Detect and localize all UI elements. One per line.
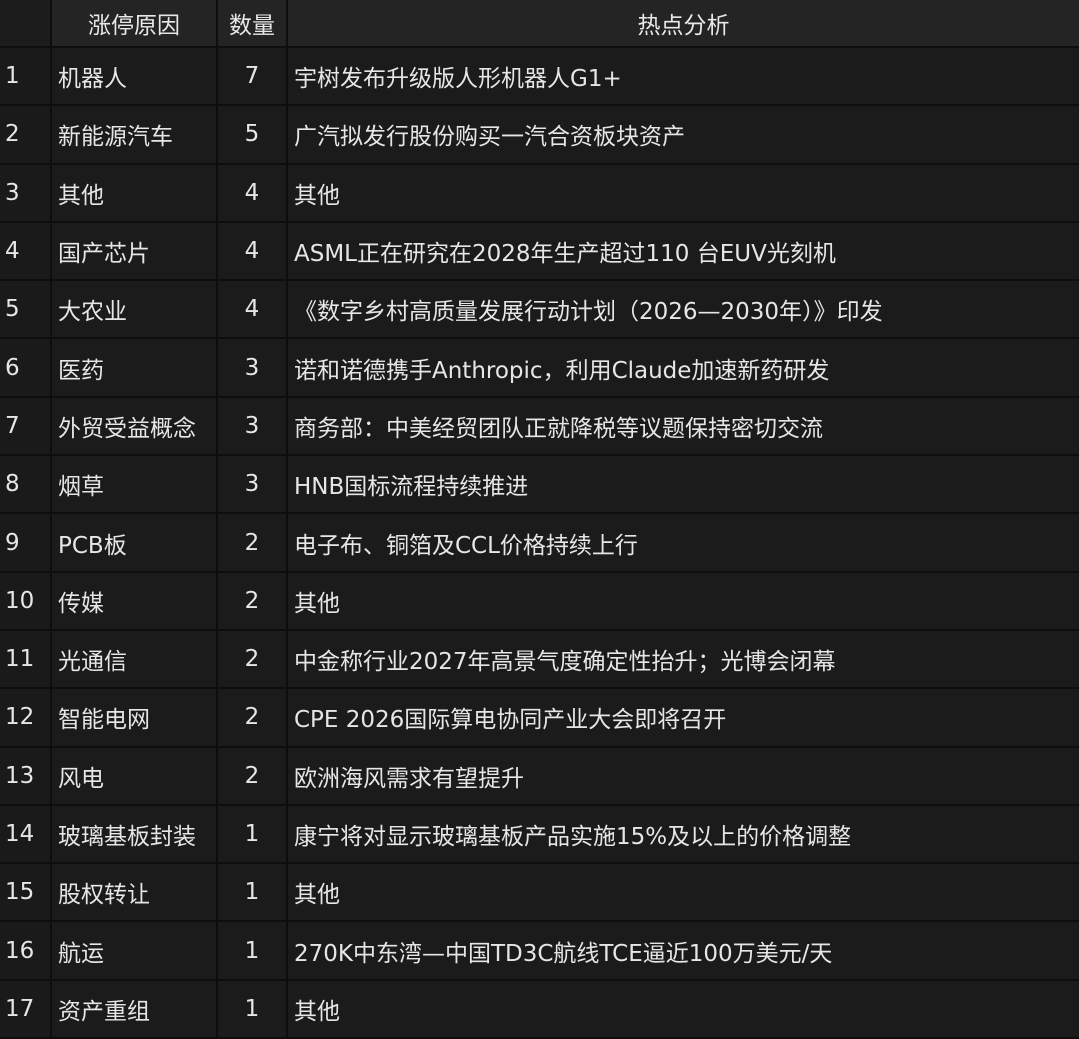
row-analysis-cell[interactable]: CPE 2026国际算电协同产业大会即将召开 (288, 689, 1079, 745)
row-count-cell[interactable]: 2 (218, 514, 288, 571)
row-index-cell[interactable]: 15 (0, 864, 52, 921)
table-row[interactable]: 14 玻璃基板封装 1 康宁将对显示玻璃基板产品实施15%及以上的价格调整 (0, 805, 1079, 865)
row-reason-cell[interactable]: PCB板 (52, 514, 218, 571)
row-index-cell[interactable]: 16 (0, 922, 52, 979)
row-index-cell[interactable]: 11 (0, 630, 52, 688)
row-analysis-cell[interactable]: 广汽拟发行股份购买一汽合资板块资产 (288, 106, 1079, 162)
row-reason-cell[interactable]: 玻璃基板封装 (52, 805, 218, 863)
row-reason-cell[interactable]: 资产重组 (52, 980, 218, 1038)
row-analysis-cell[interactable]: 其他 (288, 981, 1079, 1037)
row-index-cell[interactable]: 12 (0, 689, 52, 746)
row-analysis-cell[interactable]: 欧洲海风需求有望提升 (288, 748, 1079, 804)
row-reason-cell[interactable]: 大农业 (52, 281, 218, 338)
row-reason-cell[interactable]: 智能电网 (52, 689, 218, 746)
row-analysis-cell[interactable]: 诺和诺德携手Anthropic，利用Claude加速新药研发 (288, 339, 1079, 395)
table-row[interactable]: 8 烟草 3 HNB国标流程持续推进 (0, 456, 1079, 515)
row-reason-cell[interactable]: 其他 (52, 164, 218, 221)
table-body: 1 机器人 7 宇树发布升级版人形机器人G1+ 2 新能源汽车 5 广汽拟发行股份购买一汽合资… (0, 48, 1079, 1039)
table-row[interactable]: 11 光通信 2 中金称行业2027年高景气度确定性抬升；光博会闭幕 (0, 630, 1079, 690)
row-reason-cell[interactable]: 外贸受益概念 (52, 397, 218, 455)
row-analysis-cell[interactable]: ASML正在研究在2028年生产超过110 台EUV光刻机 (288, 223, 1079, 279)
row-index-cell[interactable]: 8 (0, 456, 52, 513)
table-row[interactable]: 1 机器人 7 宇树发布升级版人形机器人G1+ (0, 48, 1079, 107)
row-analysis-cell[interactable]: 中金称行业2027年高景气度确定性抬升；光博会闭幕 (288, 631, 1079, 687)
table-row[interactable]: 3 其他 4 其他 (0, 164, 1079, 223)
row-count-cell[interactable]: 2 (218, 747, 288, 804)
row-count-cell[interactable]: 3 (218, 456, 288, 513)
row-count-cell[interactable]: 4 (218, 281, 288, 338)
row-index-cell[interactable]: 1 (0, 48, 52, 105)
row-reason-cell[interactable]: 股权转让 (52, 864, 218, 921)
row-index-cell[interactable]: 5 (0, 281, 52, 338)
table-row[interactable]: 4 国产芯片 4 ASML正在研究在2028年生产超过110 台EUV光刻机 (0, 222, 1079, 282)
table-row[interactable]: 12 智能电网 2 CPE 2026国际算电协同产业大会即将召开 (0, 689, 1079, 748)
row-index-cell[interactable]: 17 (0, 980, 52, 1038)
row-reason-cell[interactable]: 航运 (52, 922, 218, 979)
table-row[interactable]: 13 风电 2 欧洲海风需求有望提升 (0, 747, 1079, 806)
header-reason-cell[interactable]: 涨停原因 (52, 0, 218, 46)
row-reason-cell[interactable]: 新能源汽车 (52, 106, 218, 163)
row-analysis-cell[interactable]: 其他 (288, 864, 1079, 920)
row-index-cell[interactable]: 2 (0, 106, 52, 163)
row-analysis-cell[interactable]: 康宁将对显示玻璃基板产品实施15%及以上的价格调整 (288, 806, 1079, 862)
row-reason-cell[interactable]: 风电 (52, 747, 218, 804)
row-analysis-cell[interactable]: 商务部：中美经贸团队正就降税等议题保持密切交流 (288, 398, 1079, 454)
row-count-cell[interactable]: 2 (218, 689, 288, 746)
row-reason-cell[interactable]: 传媒 (52, 572, 218, 629)
row-reason-cell[interactable]: 光通信 (52, 630, 218, 688)
header-count-cell[interactable]: 数量 (218, 0, 288, 46)
row-count-cell[interactable]: 3 (218, 339, 288, 396)
row-index-cell[interactable]: 7 (0, 397, 52, 455)
row-analysis-cell[interactable]: 其他 (288, 573, 1079, 629)
row-index-cell[interactable]: 14 (0, 805, 52, 863)
row-analysis-cell[interactable]: 其他 (288, 165, 1079, 221)
table-row[interactable]: 2 新能源汽车 5 广汽拟发行股份购买一汽合资板块资产 (0, 106, 1079, 165)
row-analysis-cell[interactable]: 《数字乡村高质量发展行动计划（2026—2030年）》印发 (288, 281, 1079, 337)
table-row[interactable]: 16 航运 1 270K中东湾—中国TD3C航线TCE逼近100万美元/天 (0, 922, 1079, 981)
row-count-cell[interactable]: 7 (218, 48, 288, 105)
row-reason-cell[interactable]: 国产芯片 (52, 222, 218, 280)
row-analysis-cell[interactable]: 270K中东湾—中国TD3C航线TCE逼近100万美元/天 (288, 922, 1079, 978)
row-count-cell[interactable]: 5 (218, 106, 288, 163)
row-count-cell[interactable]: 4 (218, 164, 288, 221)
row-index-cell[interactable]: 13 (0, 747, 52, 804)
hot-topics-table: 涨停原因 数量 热点分析 1 机器人 7 宇树发布升级版人形机器人G1+ 2 新能源汽车 5… (0, 0, 1079, 1039)
row-analysis-cell[interactable]: 宇树发布升级版人形机器人G1+ (288, 48, 1079, 104)
row-count-cell[interactable]: 1 (218, 864, 288, 921)
row-index-cell[interactable]: 10 (0, 572, 52, 629)
row-count-cell[interactable]: 1 (218, 980, 288, 1038)
header-index-cell (0, 0, 52, 46)
header-analysis-cell[interactable]: 热点分析 (288, 0, 1079, 46)
row-index-cell[interactable]: 9 (0, 514, 52, 571)
row-analysis-cell[interactable]: HNB国标流程持续推进 (288, 456, 1079, 512)
row-reason-cell[interactable]: 医药 (52, 339, 218, 396)
row-count-cell[interactable]: 2 (218, 630, 288, 688)
row-index-cell[interactable]: 6 (0, 339, 52, 396)
row-count-cell[interactable]: 3 (218, 397, 288, 455)
table-row[interactable]: 9 PCB板 2 电子布、铜箔及CCL价格持续上行 (0, 514, 1079, 573)
row-count-cell[interactable]: 4 (218, 222, 288, 280)
row-reason-cell[interactable]: 机器人 (52, 48, 218, 105)
row-index-cell[interactable]: 4 (0, 222, 52, 280)
table-header-row: 涨停原因 数量 热点分析 (0, 0, 1079, 48)
table-row[interactable]: 5 大农业 4 《数字乡村高质量发展行动计划（2026—2030年）》印发 (0, 281, 1079, 340)
row-count-cell[interactable]: 1 (218, 805, 288, 863)
table-row[interactable]: 17 资产重组 1 其他 (0, 980, 1079, 1039)
row-analysis-cell[interactable]: 电子布、铜箔及CCL价格持续上行 (288, 514, 1079, 570)
table-row[interactable]: 6 医药 3 诺和诺德携手Anthropic，利用Claude加速新药研发 (0, 339, 1079, 398)
row-index-cell[interactable]: 3 (0, 164, 52, 221)
row-count-cell[interactable]: 2 (218, 572, 288, 629)
table-row[interactable]: 15 股权转让 1 其他 (0, 864, 1079, 923)
table-row[interactable]: 10 传媒 2 其他 (0, 572, 1079, 631)
table-row[interactable]: 7 外贸受益概念 3 商务部：中美经贸团队正就降税等议题保持密切交流 (0, 397, 1079, 457)
row-count-cell[interactable]: 1 (218, 922, 288, 979)
row-reason-cell[interactable]: 烟草 (52, 456, 218, 513)
